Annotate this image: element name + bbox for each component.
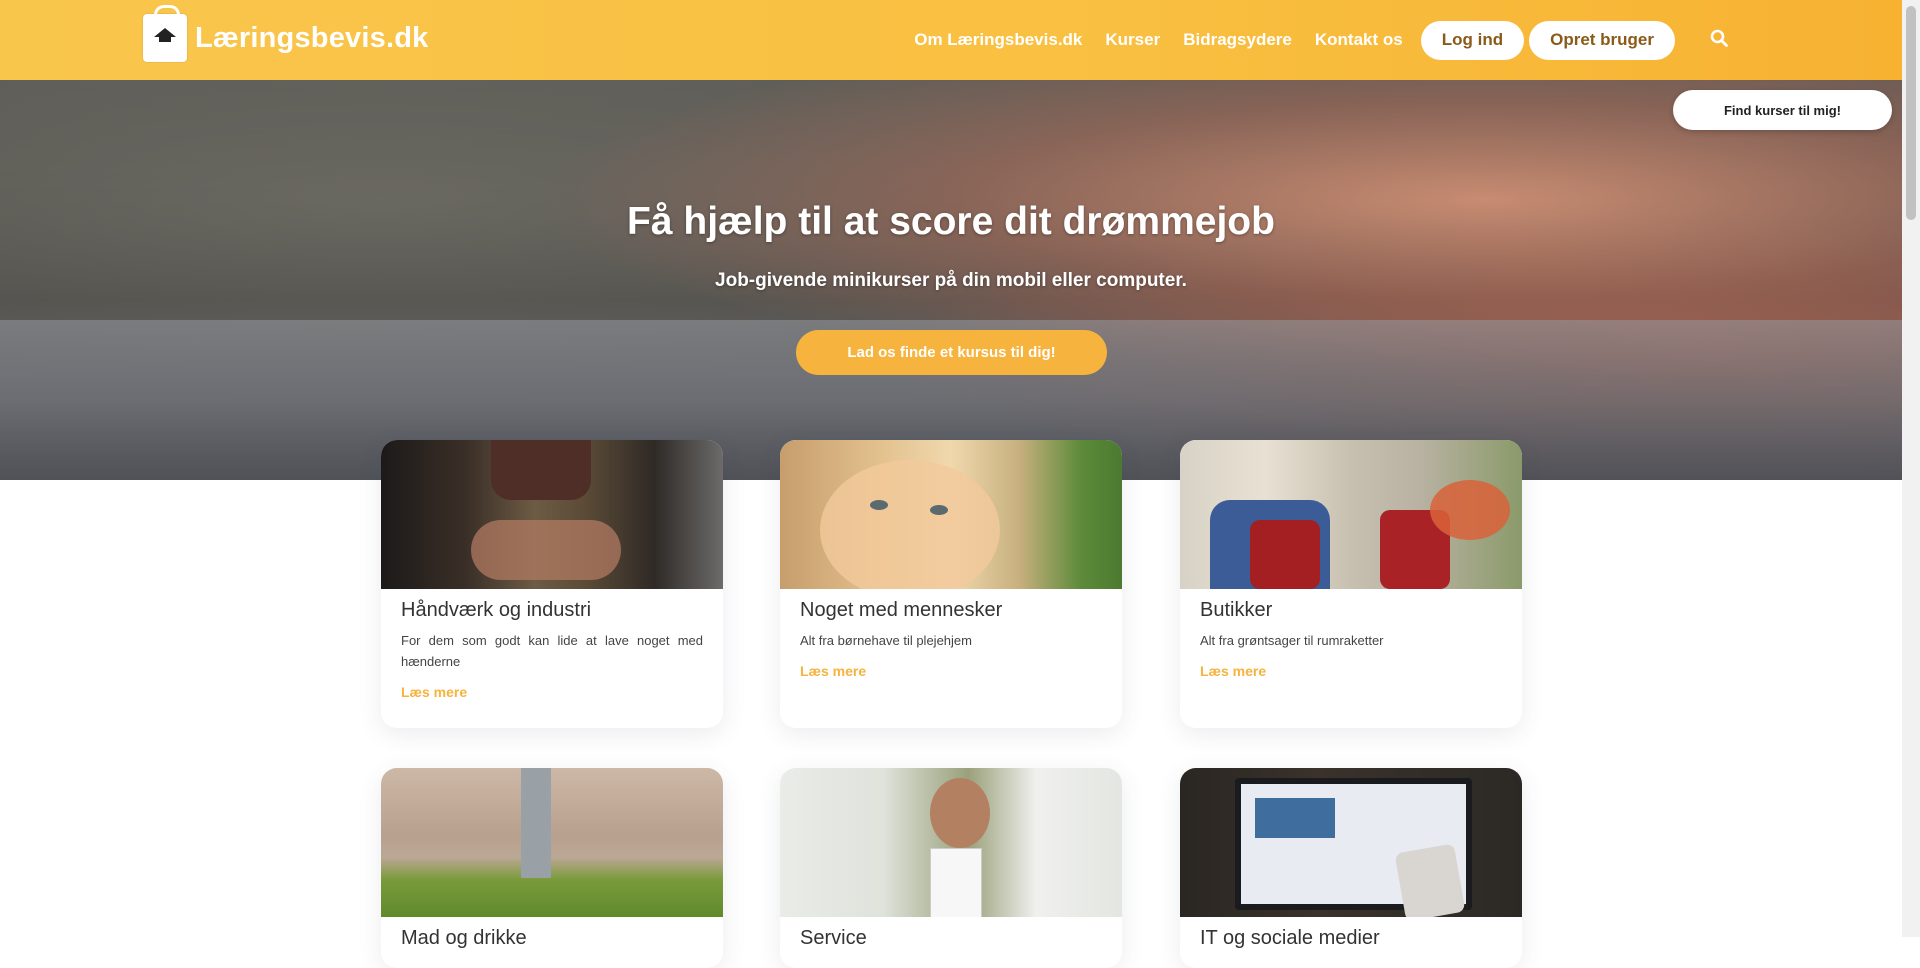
hero-subtitle: Job-givende minikurser på din mobil elle… xyxy=(715,270,1187,291)
read-more-link[interactable]: Læs mere xyxy=(1200,663,1502,679)
read-more-link[interactable]: Læs mere xyxy=(401,684,703,700)
card-description: For dem som godt kan lide at lave noget … xyxy=(401,633,703,669)
card-title: Butikker xyxy=(1200,599,1273,621)
search-icon[interactable] xyxy=(1710,29,1728,52)
card-description: Alt fra børnehave til plejehjem xyxy=(800,633,972,648)
scrollbar-thumb[interactable] xyxy=(1906,6,1916,220)
site-logo[interactable]: Læringsbevis.dk xyxy=(143,5,429,62)
category-card[interactable]: Service xyxy=(780,768,1122,968)
category-card[interactable]: Mad og drikke xyxy=(381,768,723,968)
category-card[interactable]: Butikker Alt fra grøntsager til rumraket… xyxy=(1180,440,1522,728)
card-image xyxy=(1180,440,1522,589)
category-card[interactable]: IT og sociale medier xyxy=(1180,768,1522,968)
signup-button[interactable]: Opret bruger xyxy=(1529,20,1675,60)
card-image xyxy=(780,440,1122,589)
nav-kontakt[interactable]: Kontakt os xyxy=(1315,30,1403,50)
card-title: Noget med mennesker xyxy=(800,599,1003,621)
card-title: IT og sociale medier xyxy=(1200,927,1380,949)
card-image xyxy=(780,768,1122,917)
card-image xyxy=(381,440,723,589)
login-button[interactable]: Log ind xyxy=(1420,20,1525,60)
card-description: Alt fra grøntsager til rumraketter xyxy=(1200,633,1384,648)
page-scrollbar[interactable] xyxy=(1902,0,1920,937)
hero-title: Få hjælp til at score dit drømmejob xyxy=(627,200,1275,243)
nav-bidragsydere[interactable]: Bidragsydere xyxy=(1183,30,1292,50)
card-title: Service xyxy=(800,927,867,949)
bag-logo-icon xyxy=(143,5,187,62)
category-card[interactable]: Noget med mennesker Alt fra børnehave ti… xyxy=(780,440,1122,728)
card-title: Håndværk og industri xyxy=(401,599,592,621)
nav-om[interactable]: Om Læringsbevis.dk xyxy=(914,30,1082,50)
card-title: Mad og drikke xyxy=(401,927,527,949)
logo-text: Læringsbevis.dk xyxy=(195,21,429,54)
read-more-link[interactable]: Læs mere xyxy=(800,663,1102,679)
card-image xyxy=(1180,768,1522,917)
find-course-cta-button[interactable]: Lad os finde et kursus til dig! xyxy=(796,330,1107,375)
hero-banner: Få hjælp til at score dit drømmejob Job-… xyxy=(0,80,1902,480)
card-image xyxy=(381,768,723,917)
site-header: Læringsbevis.dk Om Læringsbevis.dk Kurse… xyxy=(0,0,1902,80)
find-courses-button[interactable]: Find kurser til mig! xyxy=(1673,90,1892,130)
category-card[interactable]: Håndværk og industri For dem som godt ka… xyxy=(381,440,723,728)
nav-kurser[interactable]: Kurser xyxy=(1105,30,1160,50)
main-nav: Om Læringsbevis.dk Kurser Bidragsydere K… xyxy=(914,0,1902,80)
